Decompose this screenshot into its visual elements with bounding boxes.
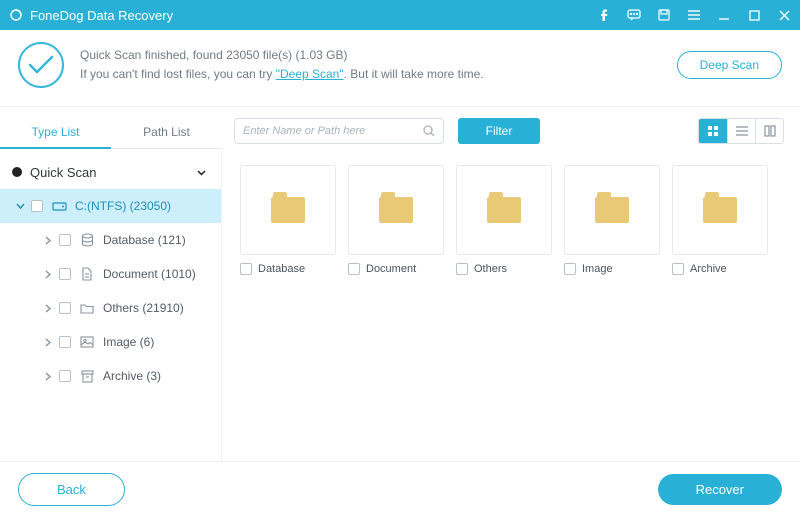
document-icon bbox=[79, 266, 95, 282]
drive-icon bbox=[51, 198, 67, 214]
sidebar-root-label: Quick Scan bbox=[30, 165, 96, 180]
app-title: FoneDog Data Recovery bbox=[30, 8, 596, 23]
toolbar: Type List Path List Enter Name or Path h… bbox=[0, 107, 800, 149]
status-size: 1.03 GB bbox=[299, 48, 343, 62]
sidebar-item-label: Others (21910) bbox=[103, 301, 184, 315]
folder-label: Database bbox=[258, 263, 305, 275]
folder-label: Image bbox=[582, 263, 613, 275]
folder-thumb bbox=[240, 165, 336, 255]
menu-icon[interactable] bbox=[686, 7, 702, 23]
folder-icon bbox=[487, 197, 521, 223]
folder-thumb bbox=[348, 165, 444, 255]
deep-scan-link[interactable]: "Deep Scan" bbox=[276, 67, 344, 81]
checkbox[interactable] bbox=[59, 336, 71, 348]
checkbox[interactable] bbox=[59, 370, 71, 382]
maximize-icon[interactable] bbox=[746, 7, 762, 23]
search-input[interactable]: Enter Name or Path here bbox=[234, 118, 444, 144]
folder-label: Others bbox=[474, 263, 507, 275]
folder-icon bbox=[271, 197, 305, 223]
database-icon bbox=[79, 232, 95, 248]
chevron-right-icon bbox=[44, 372, 53, 381]
folder-label: Document bbox=[366, 263, 416, 275]
view-switch bbox=[698, 118, 784, 144]
recover-button[interactable]: Recover bbox=[658, 474, 782, 505]
sidebar: Quick Scan C:(NTFS) (23050) Database (12… bbox=[0, 149, 222, 461]
search-icon bbox=[423, 125, 435, 137]
sidebar-item-label: Image (6) bbox=[103, 335, 154, 349]
checkbox[interactable] bbox=[59, 302, 71, 314]
checkbox[interactable] bbox=[59, 234, 71, 246]
status-panel: Quick Scan finished, found 23050 file(s)… bbox=[0, 30, 800, 107]
view-detail-icon[interactable] bbox=[755, 119, 783, 143]
chevron-right-icon bbox=[44, 236, 53, 245]
checkbox[interactable] bbox=[31, 200, 43, 212]
check-circle-icon bbox=[18, 42, 64, 88]
sidebar-item-image[interactable]: Image (6) bbox=[0, 325, 221, 359]
save-icon[interactable] bbox=[656, 7, 672, 23]
content-grid: Database Document Others Image Archive bbox=[222, 149, 800, 461]
sidebar-drive-label: C:(NTFS) (23050) bbox=[75, 199, 171, 213]
sidebar-item-database[interactable]: Database (121) bbox=[0, 223, 221, 257]
close-icon[interactable] bbox=[776, 7, 792, 23]
footer: Back Recover bbox=[0, 461, 800, 516]
tab-type-list[interactable]: Type List bbox=[0, 113, 111, 148]
folder-card-archive[interactable]: Archive bbox=[672, 165, 768, 275]
minimize-icon[interactable] bbox=[716, 7, 732, 23]
status-line1-prefix: Quick Scan finished, found bbox=[80, 48, 226, 62]
folder-card-document[interactable]: Document bbox=[348, 165, 444, 275]
status-text: Quick Scan finished, found 23050 file(s)… bbox=[80, 46, 677, 84]
checkbox[interactable] bbox=[348, 263, 360, 275]
feedback-icon[interactable] bbox=[626, 7, 642, 23]
bullet-icon bbox=[12, 167, 22, 177]
folder-thumb bbox=[564, 165, 660, 255]
chevron-right-icon bbox=[44, 304, 53, 313]
checkbox[interactable] bbox=[672, 263, 684, 275]
checkbox[interactable] bbox=[240, 263, 252, 275]
folder-icon bbox=[703, 197, 737, 223]
app-logo-icon bbox=[8, 7, 24, 23]
sidebar-item-archive[interactable]: Archive (3) bbox=[0, 359, 221, 393]
checkbox[interactable] bbox=[59, 268, 71, 280]
sidebar-item-label: Database (121) bbox=[103, 233, 186, 247]
folder-icon bbox=[379, 197, 413, 223]
tab-group: Type List Path List bbox=[0, 113, 222, 149]
folder-card-image[interactable]: Image bbox=[564, 165, 660, 275]
checkbox[interactable] bbox=[564, 263, 576, 275]
folder-icon bbox=[595, 197, 629, 223]
facebook-icon[interactable] bbox=[596, 7, 612, 23]
folder-card-others[interactable]: Others bbox=[456, 165, 552, 275]
chevron-right-icon bbox=[16, 202, 25, 211]
back-button[interactable]: Back bbox=[18, 473, 125, 506]
view-grid-icon[interactable] bbox=[699, 119, 727, 143]
view-list-icon[interactable] bbox=[727, 119, 755, 143]
chevron-right-icon bbox=[44, 338, 53, 347]
sidebar-item-label: Document (1010) bbox=[103, 267, 196, 281]
sidebar-item-label: Archive (3) bbox=[103, 369, 161, 383]
status-file-count: 23050 bbox=[226, 48, 259, 62]
folder-thumb bbox=[456, 165, 552, 255]
sidebar-root-quick-scan[interactable]: Quick Scan bbox=[0, 155, 221, 189]
folder-icon bbox=[79, 300, 95, 316]
folder-label: Archive bbox=[690, 263, 727, 275]
folder-card-database[interactable]: Database bbox=[240, 165, 336, 275]
deep-scan-button[interactable]: Deep Scan bbox=[677, 51, 782, 79]
chevron-right-icon bbox=[44, 270, 53, 279]
search-placeholder: Enter Name or Path here bbox=[243, 125, 423, 137]
tab-path-list[interactable]: Path List bbox=[111, 113, 222, 148]
titlebar: FoneDog Data Recovery bbox=[0, 0, 800, 30]
chevron-down-icon bbox=[196, 167, 207, 178]
folder-thumb bbox=[672, 165, 768, 255]
sidebar-item-document[interactable]: Document (1010) bbox=[0, 257, 221, 291]
main-area: Quick Scan C:(NTFS) (23050) Database (12… bbox=[0, 149, 800, 461]
checkbox[interactable] bbox=[456, 263, 468, 275]
sidebar-item-others[interactable]: Others (21910) bbox=[0, 291, 221, 325]
archive-icon bbox=[79, 368, 95, 384]
sidebar-drive[interactable]: C:(NTFS) (23050) bbox=[0, 189, 221, 223]
filter-button[interactable]: Filter bbox=[458, 118, 540, 144]
image-icon bbox=[79, 334, 95, 350]
